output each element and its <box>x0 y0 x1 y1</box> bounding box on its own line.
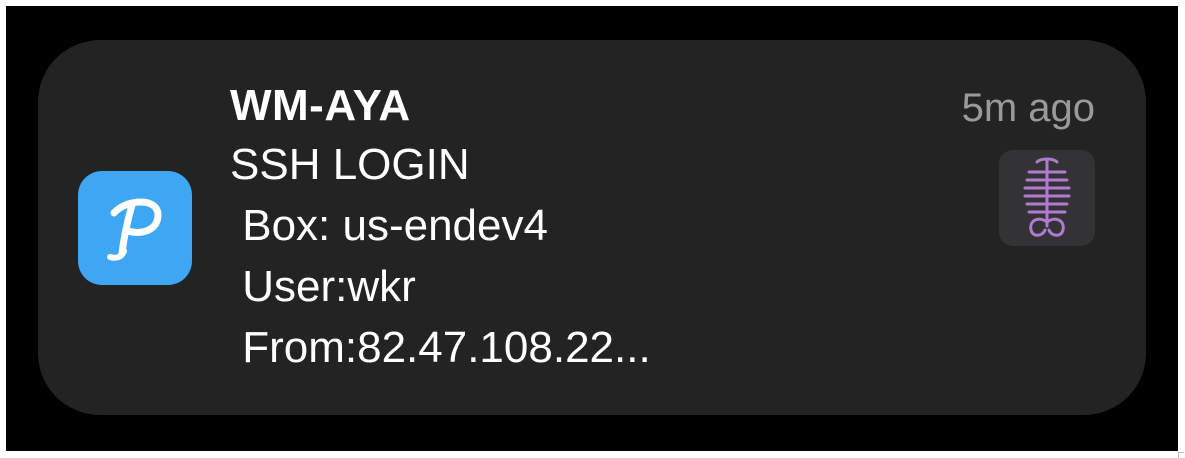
notification-timestamp: 5m ago <box>961 86 1095 130</box>
corner-marker <box>1178 452 1184 458</box>
notification-content: WM-AYA SSH LOGIN Box: us-endev4 User:wkr… <box>230 78 910 378</box>
skeleton-glyph-icon <box>999 150 1095 246</box>
notification-body-box: Box: us-endev4 <box>230 201 548 250</box>
notification-subtitle: SSH LOGIN <box>230 140 470 189</box>
notification-title: WM-AYA <box>230 81 411 130</box>
pushover-p-icon <box>78 171 192 285</box>
notification-body-from: From:82.47.108.22... <box>230 323 651 372</box>
notification-body-user: User:wkr <box>230 262 416 311</box>
